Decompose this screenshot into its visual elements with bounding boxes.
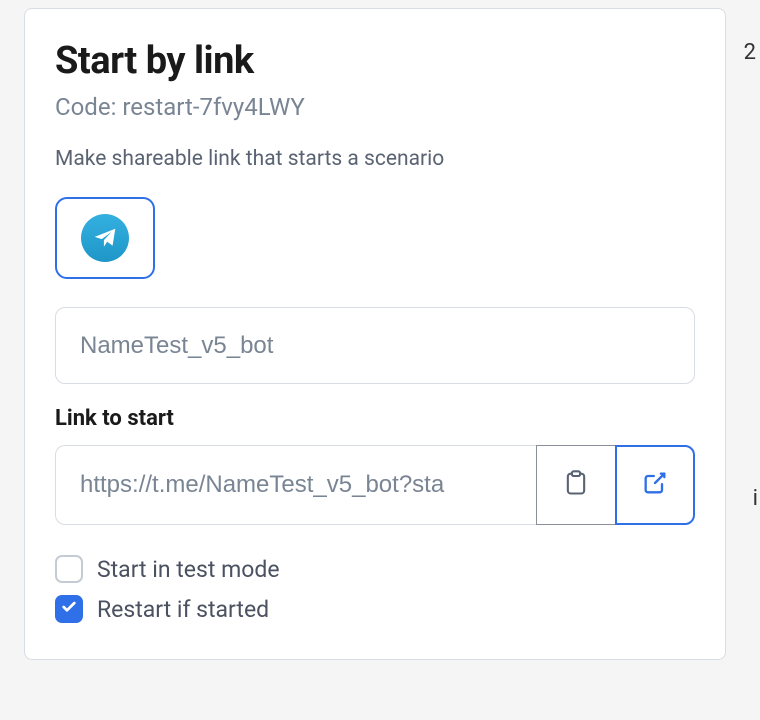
telegram-icon — [81, 214, 129, 262]
check-icon — [61, 599, 77, 619]
code-label: Code: — [55, 93, 116, 121]
start-by-link-panel: Start by link Code: restart-7fvy4LWY Mak… — [24, 8, 726, 660]
copy-link-button[interactable] — [536, 445, 616, 525]
external-link-icon — [641, 469, 669, 501]
background-text: 2 — [744, 40, 756, 65]
panel-description: Make shareable link that starts a scenar… — [55, 147, 695, 171]
bot-name-input[interactable] — [55, 307, 695, 384]
checkbox-label-restart: Restart if started — [97, 596, 269, 623]
code-line: Code: restart-7fvy4LWY — [55, 93, 695, 121]
clipboard-icon — [562, 469, 590, 501]
option-test-mode[interactable]: Start in test mode — [55, 555, 695, 583]
link-input[interactable] — [55, 445, 536, 525]
checkbox-test-mode[interactable] — [55, 555, 83, 583]
open-link-button[interactable] — [615, 445, 695, 525]
checkbox-label-test-mode: Start in test mode — [97, 556, 280, 583]
background-text: i — [753, 486, 758, 511]
option-restart[interactable]: Restart if started — [55, 595, 695, 623]
code-value: restart-7fvy4LWY — [122, 93, 304, 121]
link-section-label: Link to start — [55, 406, 695, 431]
panel-title: Start by link — [55, 39, 695, 83]
link-row — [55, 445, 695, 525]
checkbox-restart[interactable] — [55, 595, 83, 623]
service-selector-telegram[interactable] — [55, 197, 155, 279]
